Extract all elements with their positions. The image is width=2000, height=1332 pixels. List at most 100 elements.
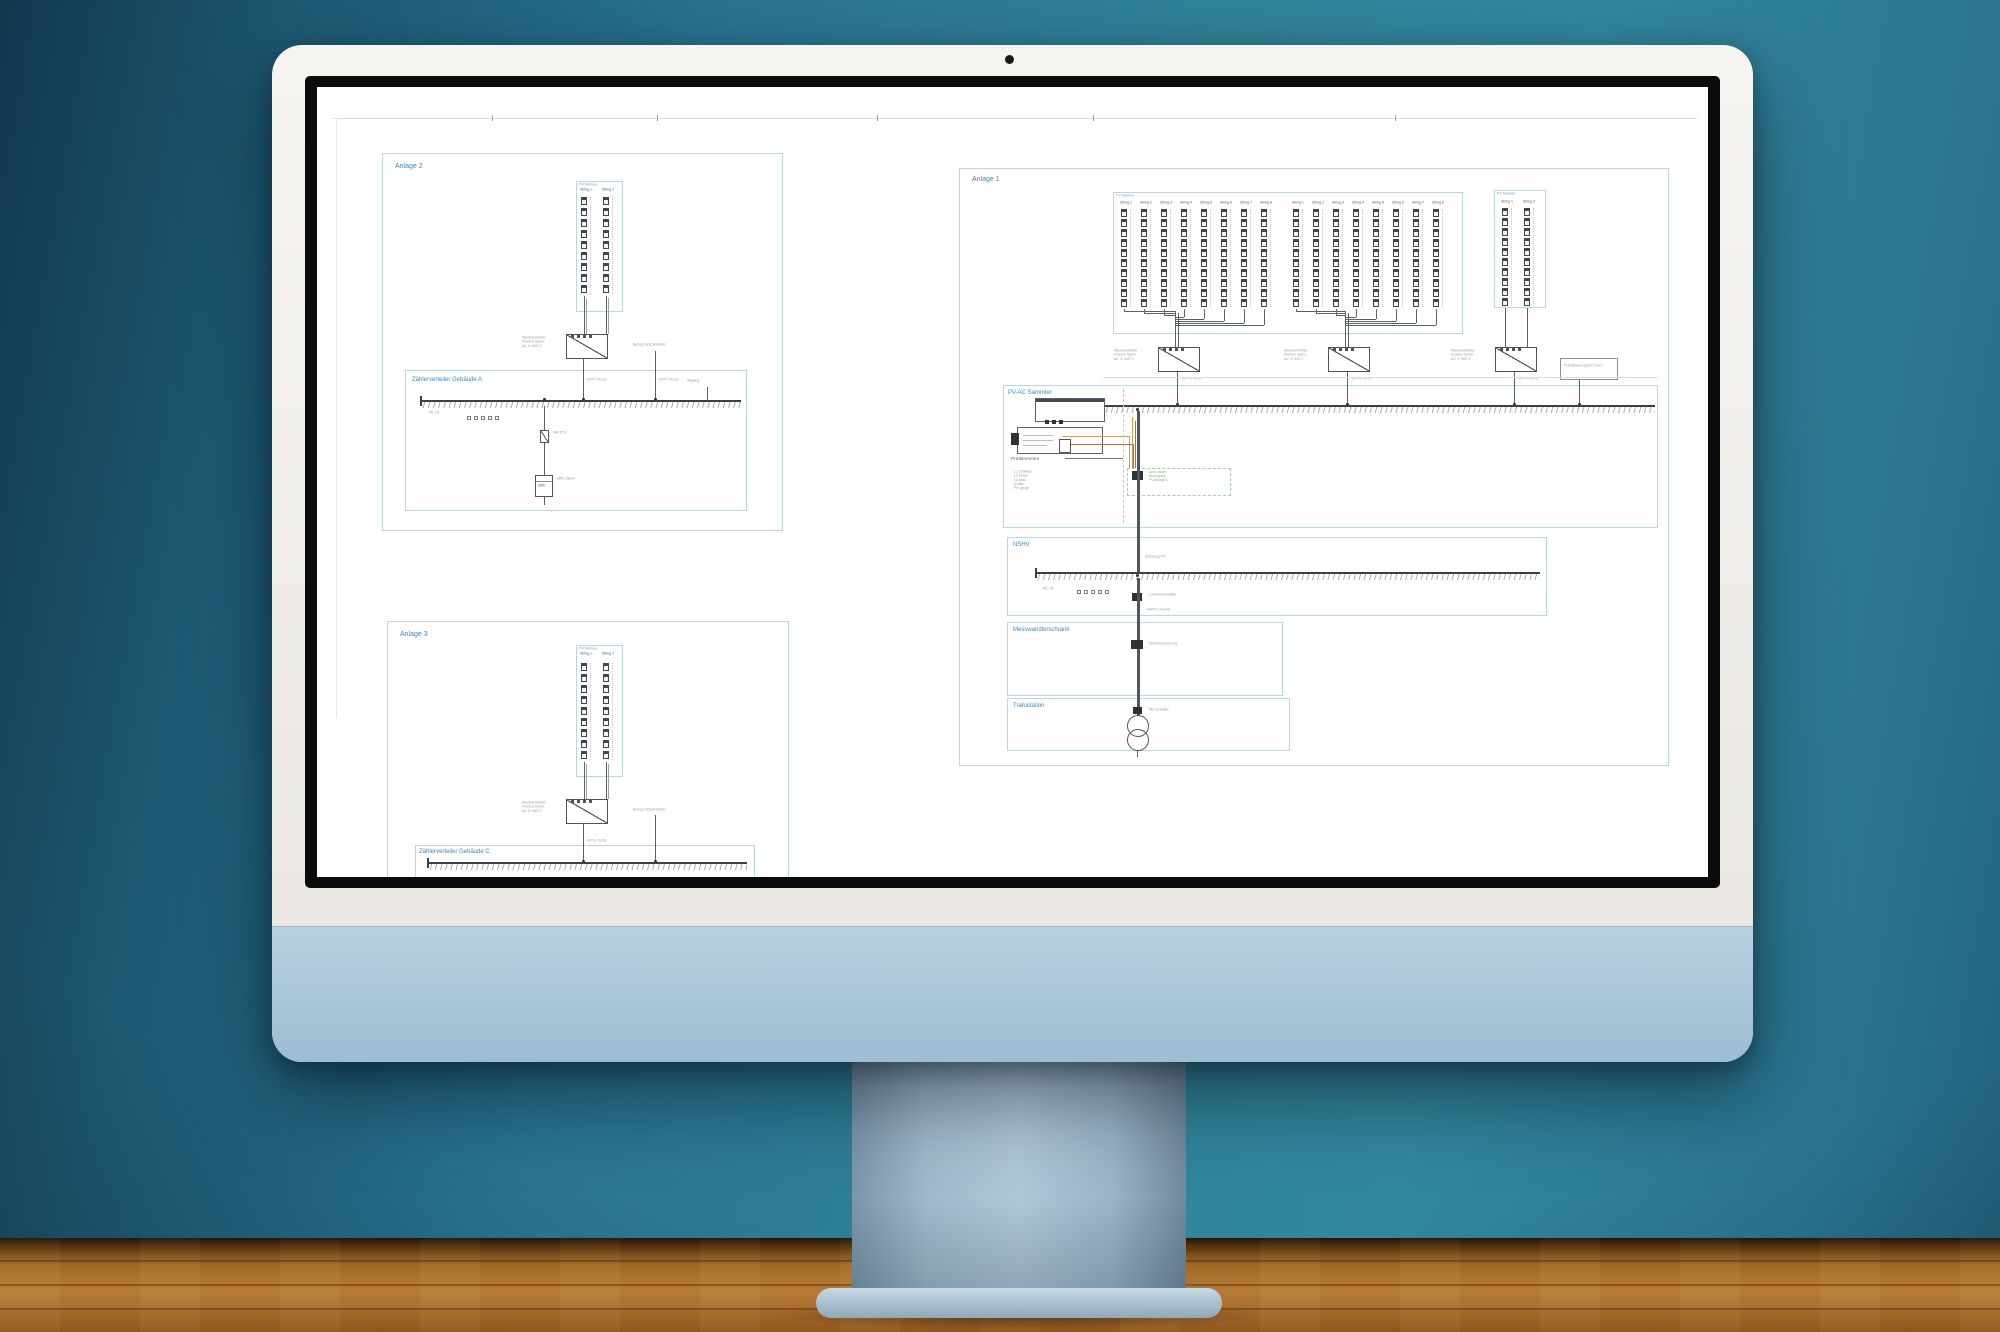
inverter-ports	[571, 335, 593, 338]
pv-module	[581, 751, 587, 759]
pv-module	[603, 219, 609, 227]
pv-module	[1261, 239, 1267, 247]
pv-module	[1333, 259, 1339, 267]
pv-module	[1373, 229, 1379, 237]
pv-module	[1121, 229, 1127, 237]
wire	[336, 118, 337, 718]
wire	[1144, 313, 1175, 314]
module-note-line	[1170, 209, 1171, 307]
pv-module	[1261, 289, 1267, 297]
terminal-square	[474, 416, 478, 420]
fuse-symbol[interactable]	[540, 430, 549, 443]
pv-module	[1161, 229, 1167, 237]
pv-module	[1121, 279, 1127, 287]
string-label: String 6	[1220, 201, 1232, 204]
trafo-label[interactable]: Trafostation	[1013, 703, 1044, 709]
pv-module	[1524, 218, 1530, 226]
pv-module	[1293, 249, 1299, 257]
pv-module	[1333, 289, 1339, 297]
pv-module	[603, 751, 609, 759]
busbar[interactable]	[1103, 405, 1655, 413]
wire	[1023, 440, 1053, 441]
anlage2-distribution-label[interactable]: Zählerverteiler Gebäude A	[412, 377, 482, 383]
annotation-text: WechselrichterFronius SymoAC 3~400 V	[1284, 349, 1308, 362]
annotation-text: NH 35 A	[553, 431, 566, 435]
pv-module	[1201, 299, 1207, 307]
pv-module	[581, 685, 587, 693]
pv-module	[1373, 289, 1379, 297]
busbar[interactable]	[420, 400, 741, 408]
module-note-line	[1190, 209, 1191, 307]
pv-module	[1181, 279, 1187, 287]
pv-module	[1413, 259, 1419, 267]
pv-module	[1502, 288, 1508, 296]
string-label: String 2	[602, 652, 614, 655]
module-note-line	[1342, 209, 1343, 307]
section-label-anlage1[interactable]: Anlage 1	[972, 176, 1000, 183]
pv-ac-collector-label[interactable]: PV-AC Sammler	[1008, 390, 1052, 396]
metering-cabinet-box[interactable]	[1007, 622, 1283, 696]
pv-module	[1313, 299, 1319, 307]
pv-module	[603, 718, 609, 726]
annotation-text: WechselrichterFronius SymoAC 3~400 V	[522, 801, 546, 814]
ms-switch-symbol[interactable]	[1133, 707, 1142, 714]
wire	[1132, 417, 1133, 468]
anlage1-array3-label: PV Module	[1497, 192, 1515, 196]
busbar[interactable]	[427, 862, 747, 870]
pv-module	[1201, 279, 1207, 287]
pv-module	[1393, 299, 1399, 307]
section-label-anlage2[interactable]: Anlage 2	[395, 163, 423, 170]
pv-module	[1181, 269, 1187, 277]
pv-module	[1201, 239, 1207, 247]
wire	[877, 115, 878, 121]
anlage3-distribution-label[interactable]: Zählerverteiler Gebäude C	[419, 849, 490, 855]
metering-cabinet-label[interactable]: Messwandlerschrank	[1013, 627, 1069, 633]
pv-module	[1241, 279, 1247, 287]
wire	[1505, 308, 1506, 347]
nshv-label[interactable]: NSHV	[1013, 542, 1030, 548]
monitor-chin-seam	[272, 926, 1753, 927]
pv-module	[1524, 288, 1530, 296]
pv-module	[1313, 259, 1319, 267]
annotation-text: L1 schwarzL2 braunL3 grauN blauPE gn-ge	[1014, 470, 1032, 491]
pv-module	[581, 230, 587, 238]
pv-module	[581, 674, 587, 682]
transformer-circle-bottom[interactable]	[1127, 729, 1149, 751]
wire	[1065, 458, 1123, 459]
pv-module	[1353, 249, 1359, 257]
section-label-anlage3[interactable]: Anlage 3	[400, 631, 428, 638]
photo-scene: Anlage 2 PV Module Zählerverteiler Gebäu…	[0, 0, 2000, 1332]
wire	[1244, 309, 1245, 323]
pv-module	[1293, 269, 1299, 277]
wire	[1345, 319, 1376, 320]
wire	[657, 115, 658, 121]
wire	[1103, 377, 1658, 378]
metering-transformer-symbol[interactable]	[1131, 640, 1143, 649]
anlage2-distribution-box[interactable]	[405, 370, 747, 511]
wire	[1137, 411, 1140, 572]
pv-module	[1413, 239, 1419, 247]
inverter-ports	[1500, 348, 1522, 351]
pv-module	[1524, 258, 1530, 266]
pv-module	[581, 696, 587, 704]
pv-module	[1201, 229, 1207, 237]
pv-module	[603, 285, 609, 293]
pv-module	[1373, 209, 1379, 217]
pv-module	[1393, 209, 1399, 217]
wire	[583, 359, 584, 400]
string-label: String 6	[1392, 201, 1404, 204]
pv-module	[581, 663, 587, 671]
pv-module	[1241, 239, 1247, 247]
module-note-line	[1402, 209, 1403, 307]
pv-module	[1161, 279, 1167, 287]
pv-module	[1333, 269, 1339, 277]
busbar[interactable]	[1035, 572, 1540, 580]
module-note-line	[1362, 209, 1363, 307]
pv-module	[1121, 269, 1127, 277]
device-connector	[1011, 433, 1019, 445]
wire	[1175, 325, 1264, 326]
terminal-block[interactable]	[1059, 439, 1071, 453]
pv-module	[603, 208, 609, 216]
annotation-text: NYY-J 5x16	[659, 378, 678, 382]
wire	[536, 481, 552, 482]
